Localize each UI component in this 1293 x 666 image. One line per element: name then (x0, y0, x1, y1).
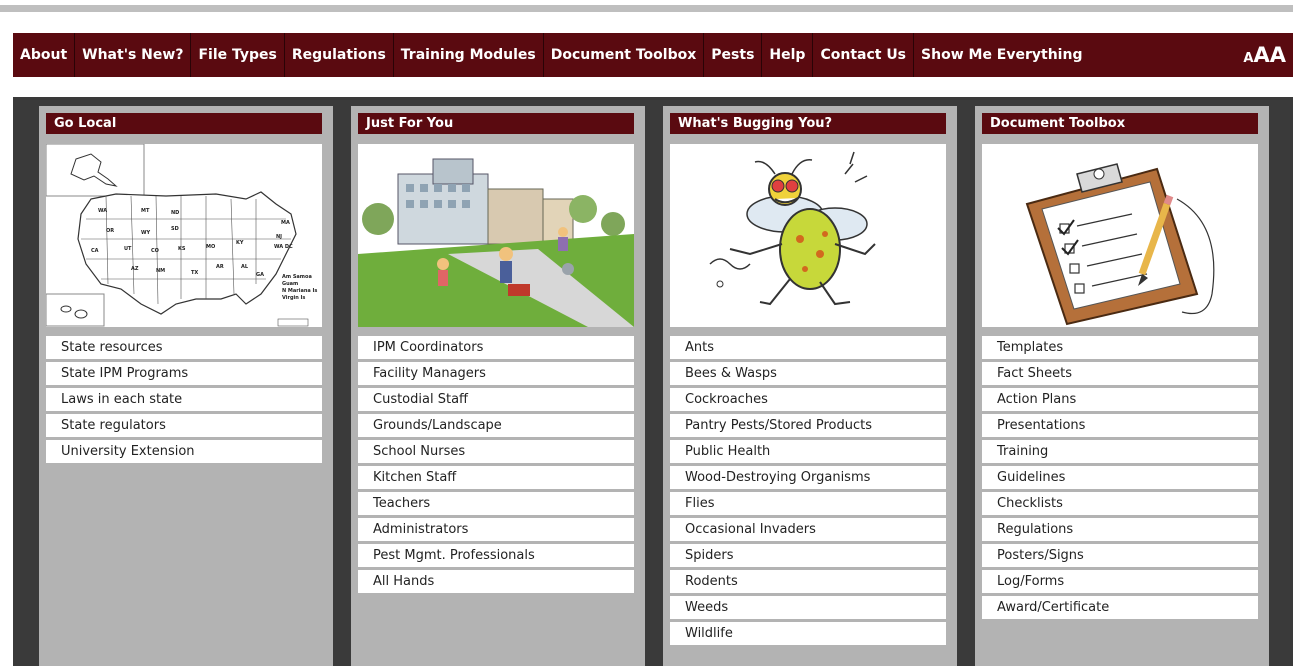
nav-regulations[interactable]: Regulations (285, 33, 394, 77)
list-item[interactable]: School Nurses (358, 440, 634, 463)
list-item[interactable]: University Extension (46, 440, 322, 463)
svg-text:MT: MT (141, 208, 150, 214)
list-item[interactable]: Weeds (670, 596, 946, 619)
svg-text:GA: GA (256, 272, 264, 278)
list-item[interactable]: Wildlife (670, 622, 946, 645)
svg-text:WA: WA (98, 208, 107, 214)
list-item[interactable]: Teachers (358, 492, 634, 515)
list-item[interactable]: Kitchen Staff (358, 466, 634, 489)
list-item[interactable]: Guidelines (982, 466, 1258, 489)
svg-text:NJ: NJ (276, 234, 282, 240)
svg-text:Guam: Guam (282, 281, 298, 287)
svg-text:MO: MO (206, 244, 215, 250)
nav-training-modules[interactable]: Training Modules (394, 33, 544, 77)
svg-text:NM: NM (156, 268, 165, 274)
nav-whats-new[interactable]: What's New? (75, 33, 192, 77)
list-item[interactable]: Rodents (670, 570, 946, 593)
list-item[interactable]: Pest Mgmt. Professionals (358, 544, 634, 567)
list-item[interactable]: Cockroaches (670, 388, 946, 411)
list-item[interactable]: Checklists (982, 492, 1258, 515)
list-item[interactable]: State regulators (46, 414, 322, 437)
list-item[interactable]: Regulations (982, 518, 1258, 541)
svg-text:MA: MA (281, 220, 290, 226)
go-local-links: State resources State IPM Programs Laws … (46, 336, 322, 466)
go-local-header: Go Local (46, 113, 322, 134)
list-item[interactable]: Spiders (670, 544, 946, 567)
clipboard-image[interactable] (982, 144, 1258, 327)
list-item[interactable]: Pantry Pests/Stored Products (670, 414, 946, 437)
svg-text:UT: UT (124, 246, 132, 252)
list-item[interactable]: All Hands (358, 570, 634, 593)
list-item[interactable]: Templates (982, 336, 1258, 359)
svg-text:AL: AL (241, 264, 249, 270)
text-size-large[interactable]: AA (1253, 43, 1286, 67)
svg-text:TX: TX (191, 270, 198, 276)
list-item[interactable]: Fact Sheets (982, 362, 1258, 385)
list-item[interactable]: State IPM Programs (46, 362, 322, 385)
svg-text:KY: KY (236, 240, 244, 246)
svg-text:OR: OR (106, 228, 114, 234)
svg-text:KS: KS (178, 246, 186, 252)
list-item[interactable]: Flies (670, 492, 946, 515)
nav-contact-us[interactable]: Contact Us (813, 33, 915, 77)
svg-text:N Mariana Is: N Mariana Is (282, 288, 317, 294)
list-item[interactable]: Bees & Wasps (670, 362, 946, 385)
svg-text:CO: CO (151, 248, 159, 254)
us-map-icon: WA MT ND OR WY SD CA UT CO KS MO KY AZ NM TX AR AL G… (46, 144, 317, 327)
list-item[interactable]: Public Health (670, 440, 946, 463)
svg-text:Virgin Is: Virgin Is (282, 295, 305, 301)
whats-bugging-you-links: Ants Bees & Wasps Cockroaches Pantry Pes… (670, 336, 946, 648)
school-grounds-image[interactable] (358, 144, 634, 327)
list-item[interactable]: Action Plans (982, 388, 1258, 411)
svg-text:WY: WY (141, 230, 151, 236)
school-illustration-icon (358, 144, 634, 327)
nav-file-types[interactable]: File Types (191, 33, 285, 77)
list-item[interactable]: Custodial Staff (358, 388, 634, 411)
nav-pests[interactable]: Pests (704, 33, 763, 77)
list-item[interactable]: Award/Certificate (982, 596, 1258, 619)
list-item[interactable]: Training (982, 440, 1258, 463)
nav-help[interactable]: Help (762, 33, 814, 77)
whats-bugging-you-header: What's Bugging You? (670, 113, 946, 134)
just-for-you-header: Just For You (358, 113, 634, 134)
bug-illustration-icon (670, 144, 946, 327)
list-item[interactable]: Facility Managers (358, 362, 634, 385)
go-local-column: Go Local WA MT ND OR WY SD CA UT CO KS MO KY AZ N (39, 106, 333, 666)
list-item[interactable]: Log/Forms (982, 570, 1258, 593)
cartoon-bug-image[interactable] (670, 144, 946, 327)
list-item[interactable]: Presentations (982, 414, 1258, 437)
main-navbar: About What's New? File Types Regulations… (13, 33, 1293, 77)
svg-text:AR: AR (216, 264, 224, 270)
svg-text:AZ: AZ (131, 266, 139, 272)
list-item[interactable]: Ants (670, 336, 946, 359)
content-panel: Go Local WA MT ND OR WY SD CA UT CO KS MO KY AZ N (13, 97, 1293, 666)
list-item[interactable]: Posters/Signs (982, 544, 1258, 567)
us-states-map-image[interactable]: WA MT ND OR WY SD CA UT CO KS MO KY AZ NM TX AR AL G… (46, 144, 322, 327)
top-divider (0, 5, 1293, 12)
document-toolbox-column: Document Toolbox Templates Fact Sheets A… (975, 106, 1269, 666)
clipboard-icon (982, 144, 1258, 327)
just-for-you-column: Just For You IPM Coordinators Facility M… (351, 106, 645, 666)
document-toolbox-links: Templates Fact Sheets Action Plans Prese… (982, 336, 1258, 622)
svg-text:WA DC: WA DC (274, 244, 293, 250)
list-item[interactable]: Administrators (358, 518, 634, 541)
text-size-small[interactable]: A (1243, 51, 1253, 66)
list-item[interactable]: Occasional Invaders (670, 518, 946, 541)
document-toolbox-header: Document Toolbox (982, 113, 1258, 134)
svg-text:ND: ND (171, 210, 179, 216)
list-item[interactable]: Laws in each state (46, 388, 322, 411)
svg-text:CA: CA (91, 248, 99, 254)
nav-document-toolbox[interactable]: Document Toolbox (544, 33, 705, 77)
whats-bugging-you-column: What's Bugging You? Ants Bees & Wasps Co… (663, 106, 957, 666)
nav-show-me-everything[interactable]: Show Me Everything (914, 33, 1089, 77)
list-item[interactable]: IPM Coordinators (358, 336, 634, 359)
svg-text:SD: SD (171, 226, 179, 232)
list-item[interactable]: Grounds/Landscape (358, 414, 634, 437)
list-item[interactable]: State resources (46, 336, 322, 359)
text-size-toggle[interactable]: AAA (1243, 33, 1286, 77)
nav-about[interactable]: About (13, 33, 76, 77)
svg-text:Am Samoa: Am Samoa (282, 274, 312, 280)
just-for-you-links: IPM Coordinators Facility Managers Custo… (358, 336, 634, 596)
list-item[interactable]: Wood-Destroying Organisms (670, 466, 946, 489)
